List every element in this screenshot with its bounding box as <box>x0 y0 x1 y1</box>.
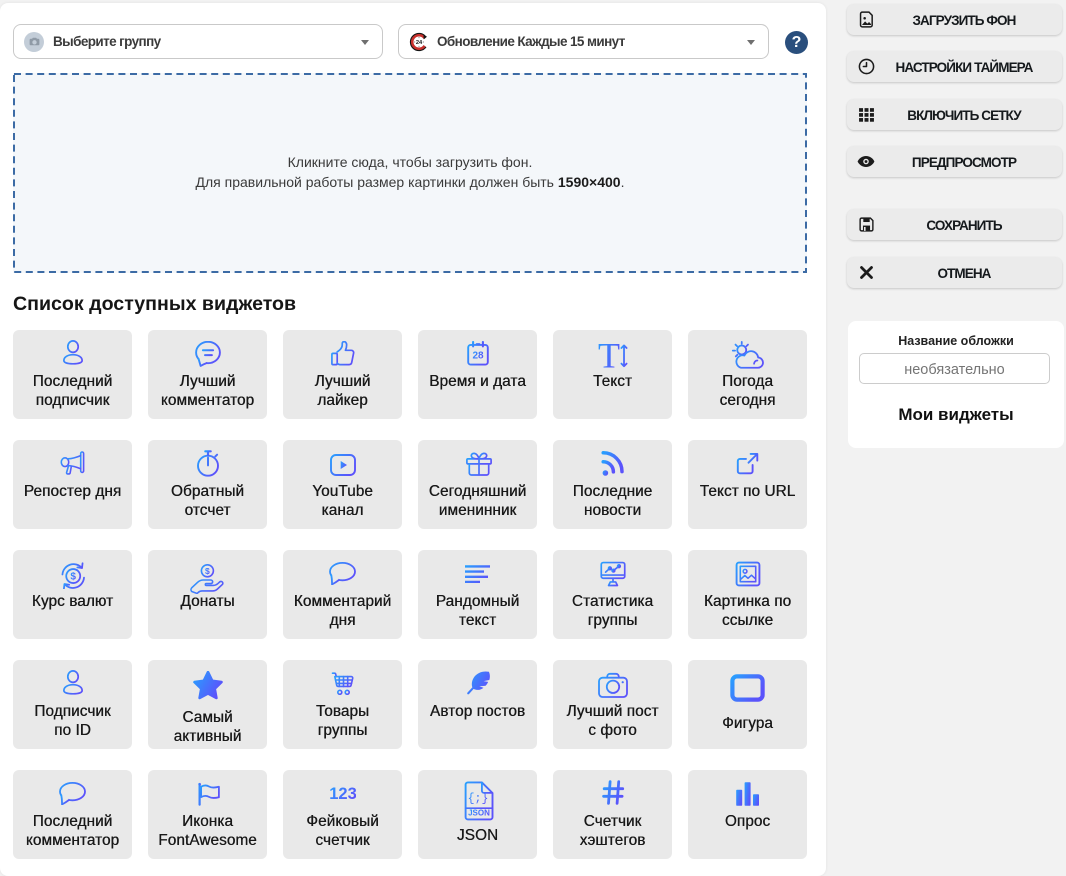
svg-text:24: 24 <box>416 40 423 46</box>
